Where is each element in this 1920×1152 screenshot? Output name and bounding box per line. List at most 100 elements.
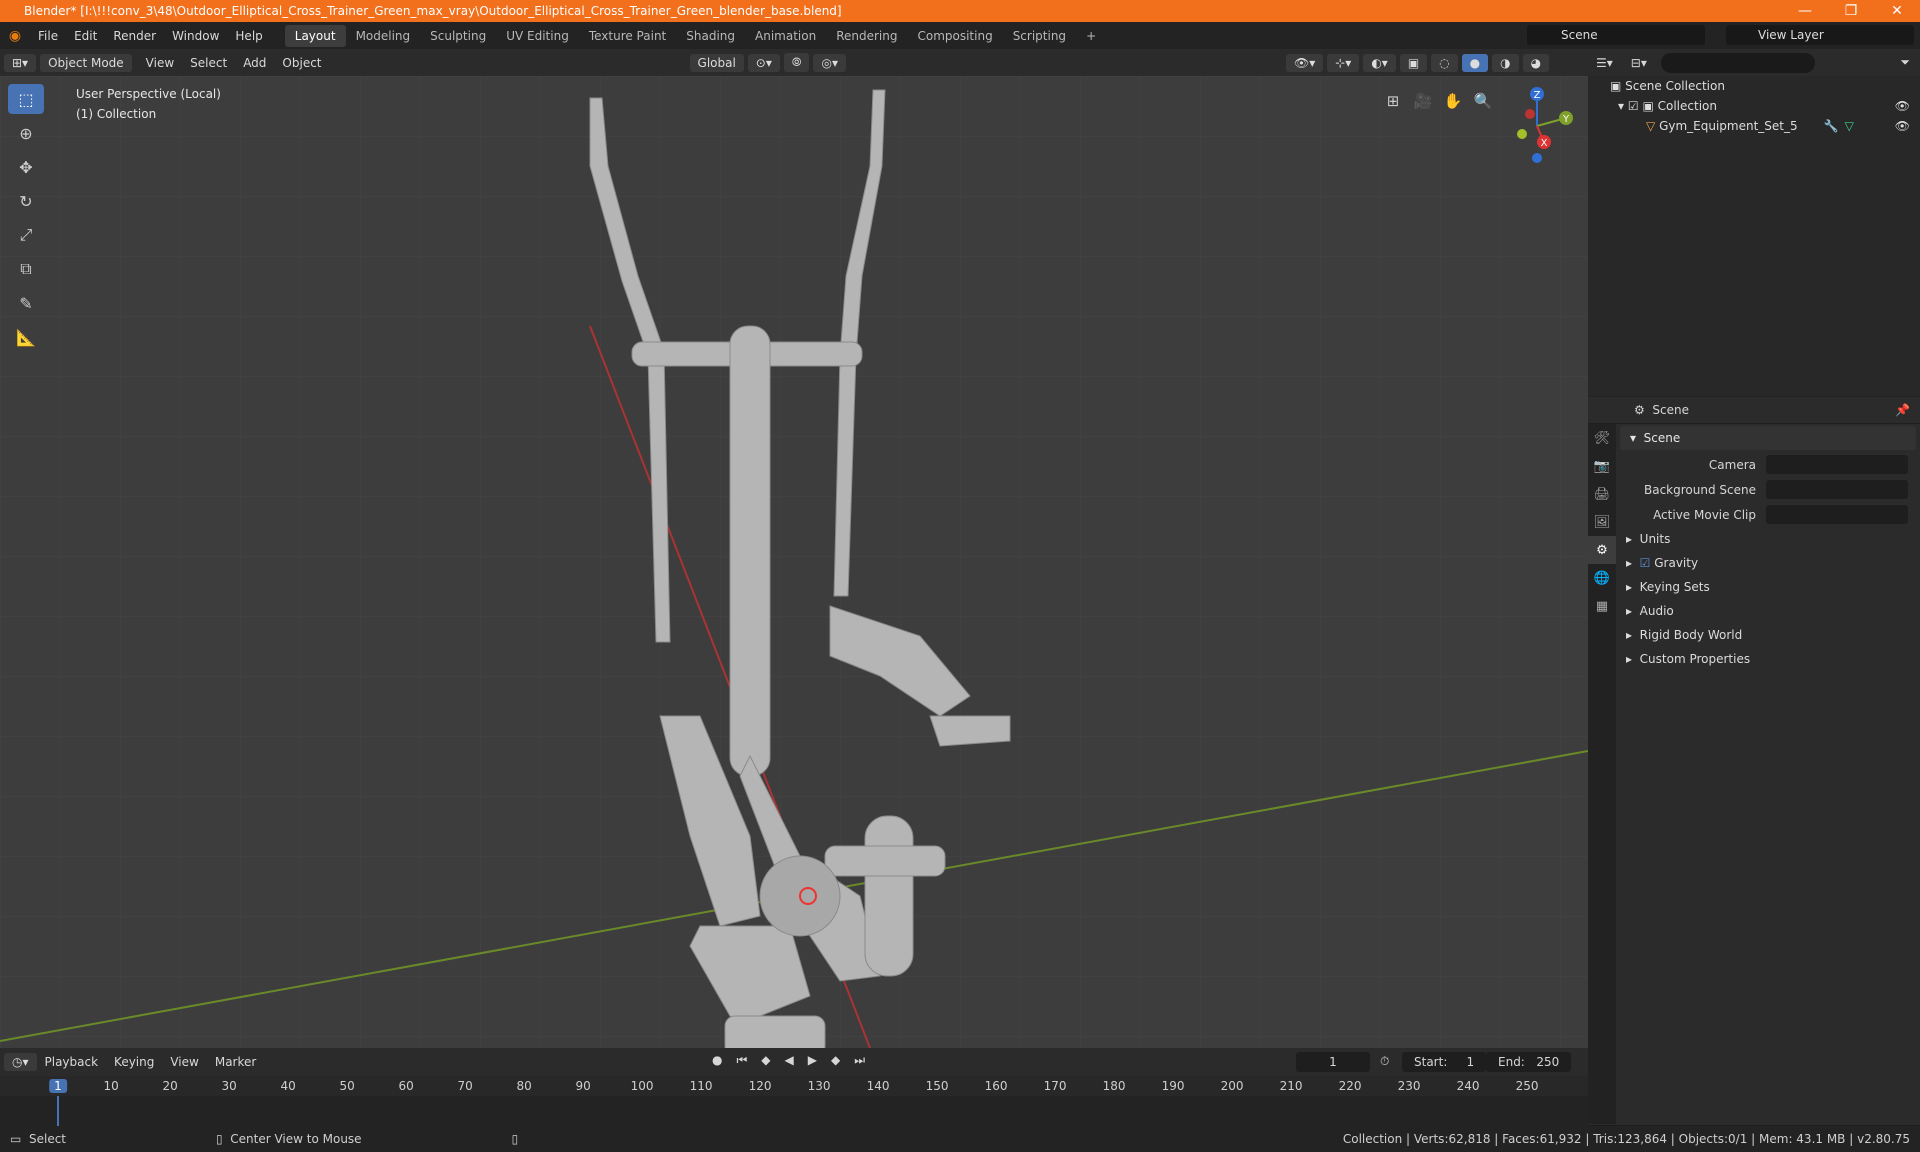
scene-panel-header[interactable]: ▾ Scene [1620,426,1916,450]
eye-icon[interactable]: 👁 [1895,119,1910,133]
minimize-button[interactable]: — [1782,3,1828,19]
add-workspace-icon[interactable]: + [1076,25,1106,47]
mesh-data-icon[interactable]: ▽ [1845,119,1854,133]
tab-rendering[interactable]: Rendering [826,25,907,47]
overlay-toggle-icon[interactable]: ◐▾ [1363,53,1396,72]
shading-material-icon[interactable]: ◑ [1492,53,1519,72]
shading-solid-icon[interactable]: ● [1461,53,1489,72]
viewport-menu-add[interactable]: Add [235,56,274,70]
subpanel-audio[interactable]: ▸ Audio [1616,599,1920,623]
checkbox-icon[interactable]: ☑ [1628,99,1639,113]
outliner-editor-type-icon[interactable]: ☰▾ [1596,56,1613,70]
viewport-scene[interactable] [0,76,1588,1048]
tab-animation[interactable]: Animation [745,25,826,47]
expand-arrow-icon[interactable]: ▸ [1626,556,1640,570]
visibility-icon[interactable]: 👁▾ [1285,53,1324,72]
editor-type-button[interactable]: ⊞▾ [4,53,37,72]
scene-tab-icon[interactable]: ⚙ [1588,536,1616,564]
transform-tool-icon[interactable]: ⧉ [8,254,44,284]
measure-tool-icon[interactable]: 📐 [8,322,44,352]
timeline-menu-keying[interactable]: Keying [106,1055,162,1069]
move-tool-icon[interactable]: ✥ [8,152,44,182]
shading-wireframe-icon[interactable]: ◌ [1431,53,1458,72]
properties-editor[interactable]: ⚙ Scene 📌 🛠 📷 🖨 🖼 ⚙ 🌐 ▦ ▾ Scene Camera B… [1588,397,1920,1125]
menu-window[interactable]: Window [164,29,227,43]
end-frame-field[interactable]: End: 250 [1486,1052,1572,1072]
scene-collection-row[interactable]: ▣ Scene Collection [1588,76,1920,96]
subpanel-custom-properties[interactable]: ▸ Custom Properties [1616,647,1920,671]
tab-scripting[interactable]: Scripting [1003,25,1076,47]
timeline-editor-type-icon[interactable]: ◷▾ [4,1053,37,1071]
rotate-tool-icon[interactable]: ↻ [8,186,44,216]
select-box-icon[interactable]: ⬚ [8,84,44,114]
eye-icon[interactable]: 👁 [1895,99,1910,113]
tool-tab-icon[interactable]: 🛠 [1588,424,1616,452]
expand-arrow-icon[interactable]: ▸ [1626,580,1640,594]
subpanel-gravity[interactable]: ▸ ☑ Gravity [1616,551,1920,575]
expand-arrow-icon[interactable]: ▸ [1626,628,1640,642]
menu-help[interactable]: Help [227,29,270,43]
expand-arrow-icon[interactable]: ▸ [1626,604,1640,618]
modifier-wrench-icon[interactable]: 🔧 [1824,119,1839,133]
menu-render[interactable]: Render [105,29,164,43]
playhead[interactable] [57,1096,59,1126]
subpanel-keying-sets[interactable]: ▸ Keying Sets [1616,575,1920,599]
object-row[interactable]: ▽ Gym_Equipment_Set_5 🔧 ▽ 👁 [1588,116,1920,136]
mode-selector[interactable]: Object Mode [40,53,132,72]
blender-logo-icon[interactable]: ◉ [0,28,30,44]
camera-field[interactable] [1766,455,1908,474]
menu-edit[interactable]: Edit [66,29,105,43]
gizmo-toggle-icon[interactable]: ⊹▾ [1327,53,1360,72]
annotate-tool-icon[interactable]: ✎ [8,288,44,318]
expand-arrow-icon[interactable]: ▸ [1626,652,1640,666]
timeline-menu-playback[interactable]: Playback [37,1055,107,1069]
tab-shading[interactable]: Shading [676,25,745,47]
jump-start-icon[interactable]: ⏮ [736,1053,747,1068]
timeline-menu-view[interactable]: View [162,1055,206,1069]
background-scene-field[interactable] [1766,480,1908,499]
tab-modeling[interactable]: Modeling [346,25,421,47]
play-icon[interactable]: ▶ [808,1053,817,1068]
outliner[interactable]: ☰▾ ⊟▾ ⏷ ▣ Scene Collection ▾ ☑ ▣ Collect… [1588,49,1920,396]
subpanel-units[interactable]: ▸ Units [1616,527,1920,551]
world-tab-icon[interactable]: 🌐 [1588,564,1616,592]
stopwatch-icon[interactable]: ⏱ [1380,1054,1389,1069]
tab-uv-editing[interactable]: UV Editing [496,25,579,47]
output-tab-icon[interactable]: 🖨 [1588,480,1616,508]
maximize-button[interactable]: ❐ [1828,3,1874,19]
menu-file[interactable]: File [30,29,66,43]
tab-layout[interactable]: Layout [284,24,346,47]
filter-icon[interactable]: ⏷ [1900,55,1910,70]
active-movie-clip-field[interactable] [1766,505,1908,524]
display-mode-icon[interactable]: ⊟▾ [1631,56,1647,70]
view-layer-selector[interactable]: View Layer [1726,25,1914,45]
render-tab-icon[interactable]: 📷 [1588,452,1616,480]
jump-end-icon[interactable]: ⏭ [854,1053,865,1068]
xray-icon[interactable]: ▣ [1399,53,1428,72]
viewport-menu-view[interactable]: View [138,56,182,70]
play-reverse-icon[interactable]: ◀ [785,1053,794,1068]
close-button[interactable]: ✕ [1874,3,1920,19]
subpanel-rigid-body-world[interactable]: ▸ Rigid Body World [1616,623,1920,647]
collection-row[interactable]: ▾ ☑ ▣ Collection 👁 [1588,96,1920,116]
expand-arrow-icon[interactable]: ▸ [1626,532,1640,546]
view-layer-tab-icon[interactable]: 🖼 [1588,508,1616,536]
viewport-menu-object[interactable]: Object [274,56,329,70]
navigation-gizmo[interactable]: Z Y X [1492,86,1582,166]
prev-keyframe-icon[interactable]: ◆ [761,1053,770,1068]
record-icon[interactable]: ● [712,1053,722,1068]
transform-orientation[interactable]: Global [689,53,744,72]
current-frame-field[interactable]: 1 [1296,1052,1370,1072]
viewport-menu-select[interactable]: Select [182,56,235,70]
toggle-grid-icon[interactable]: ⊞ [1378,88,1408,114]
tab-sculpting[interactable]: Sculpting [420,25,496,47]
cursor-tool-icon[interactable]: ⊕ [8,118,44,148]
3d-viewport[interactable]: ⬚ ⊕ ✥ ↻ ⤢ ⧉ ✎ 📐 User Perspective (Local)… [0,76,1588,1048]
tab-compositing[interactable]: Compositing [907,25,1002,47]
snap-icon[interactable]: ⦾ [783,53,810,72]
tab-texture-paint[interactable]: Texture Paint [579,25,676,47]
camera-view-icon[interactable]: 🎥 [1408,88,1438,114]
pivot-icon[interactable]: ⊙▾ [747,53,780,72]
next-keyframe-icon[interactable]: ◆ [831,1053,840,1068]
pin-icon[interactable]: 📌 [1895,403,1910,417]
